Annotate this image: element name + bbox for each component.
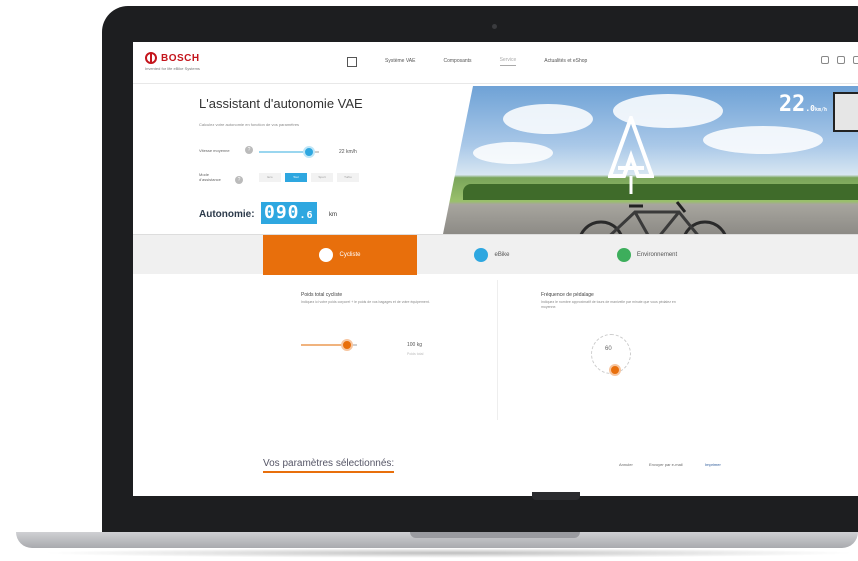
- laptop-stage: BOSCH Invented for life eBike Systems Sy…: [0, 0, 858, 561]
- mode-help-icon[interactable]: ?: [235, 176, 243, 184]
- ebike-icon: [579, 201, 727, 234]
- nav-item-actualites[interactable]: Actualités et eShop: [544, 58, 587, 64]
- reset-link[interactable]: Annuler: [619, 462, 633, 467]
- weight-title: Poids total cycliste: [301, 292, 343, 298]
- nav-item-composants[interactable]: Composants: [443, 58, 471, 64]
- hero-image: 22.0km/h: [443, 86, 858, 234]
- cyclist-icon: [319, 248, 334, 262]
- ebike-tab-icon: [474, 248, 489, 262]
- page-subtitle: Calculez votre autonomie en fonction de …: [199, 122, 300, 127]
- speed-help-icon[interactable]: ?: [245, 146, 253, 154]
- speed-display-unit: km/h: [814, 107, 827, 113]
- cadence-title: Fréquence de pédalage: [541, 292, 594, 298]
- laptop-bezel: [102, 500, 858, 532]
- autonomy-unit: km: [329, 212, 337, 218]
- header-icons: [821, 56, 858, 64]
- bosch-armature-icon: [145, 52, 157, 64]
- page-title: L'assistant d'autonomie VAE: [199, 96, 363, 111]
- weight-text: Indiquez ici votre poids corporel + le p…: [301, 300, 430, 304]
- speed-slider-handle[interactable]: [302, 146, 315, 158]
- brand-name: BOSCH: [161, 52, 200, 64]
- weight-value: 100 kg: [407, 342, 423, 348]
- speed-display-decimal: .0: [805, 104, 815, 113]
- mode-option[interactable]: Eco: [259, 173, 281, 182]
- tab-cycliste[interactable]: Cycliste: [263, 235, 417, 275]
- print-link[interactable]: Imprimer: [705, 462, 721, 467]
- mode-selector: Eco Tour Sport Turbo: [259, 173, 359, 182]
- settings-tabbar: Cycliste eBike Environnement: [133, 234, 858, 275]
- speed-label: Vitesse moyenne: [199, 148, 230, 153]
- screen: BOSCH Invented for life eBike Systems Sy…: [133, 42, 858, 496]
- autonomy-value: 090: [264, 202, 300, 223]
- mode-label: Mode d'assistance: [199, 172, 221, 182]
- cloud: [503, 104, 593, 134]
- cadence-value: 60: [605, 346, 612, 352]
- speed-slider-fill: [259, 151, 309, 153]
- nav-item-systeme[interactable]: Système VAE: [385, 58, 415, 64]
- speed-display-value: 22: [778, 92, 806, 117]
- tab-ebike[interactable]: eBike: [417, 235, 567, 275]
- tab-label: Environnement: [636, 252, 678, 258]
- site-header: BOSCH Invented for life eBike Systems Sy…: [133, 42, 858, 84]
- bosch-logo[interactable]: BOSCH: [145, 52, 200, 64]
- brand-tagline: Invented for life eBike Systems: [145, 66, 200, 71]
- selected-params-heading: Vos paramètres sélectionnés:: [263, 458, 395, 473]
- autonomy-display: 090.6: [261, 202, 317, 224]
- speed-display: 22.0km/h: [779, 92, 827, 117]
- autonomy-label: Autonomie:: [199, 209, 255, 220]
- column-divider: [497, 280, 498, 420]
- home-icon[interactable]: [347, 57, 357, 67]
- autonomy-decimal: .6: [299, 210, 314, 221]
- email-link[interactable]: Envoyer par e-mail: [649, 462, 683, 467]
- cloud: [473, 142, 553, 164]
- laptop-notch: [532, 492, 580, 500]
- mode-option[interactable]: Sport: [311, 173, 333, 182]
- tab-label: Cycliste: [339, 252, 361, 258]
- main-nav: Système VAE Composants Service Actualité…: [347, 56, 587, 67]
- webcam: [492, 24, 497, 29]
- user-icon[interactable]: [821, 56, 829, 64]
- bike-display-icon: [833, 92, 858, 132]
- nav-item-service[interactable]: Service: [499, 57, 517, 66]
- leaf-icon: [616, 248, 631, 262]
- tab-label: eBike: [494, 252, 510, 258]
- weight-slider-handle[interactable]: [340, 339, 353, 351]
- mode-option[interactable]: Turbo: [337, 173, 359, 182]
- search-icon[interactable]: [837, 56, 845, 64]
- laptop-shadow: [40, 548, 858, 558]
- mode-option[interactable]: Tour: [285, 173, 307, 182]
- cadence-dial-handle[interactable]: [609, 364, 621, 376]
- ebike-logo-icon: [608, 116, 654, 194]
- cadence-text: Indiquez le nombre approximatif de tours…: [541, 300, 676, 309]
- weight-subvalue: Poids total: [407, 352, 424, 356]
- laptop-thumb-groove: [410, 532, 580, 538]
- share-icon[interactable]: [853, 56, 858, 64]
- speed-value: 22 km/h: [339, 149, 357, 155]
- cloud: [703, 126, 823, 154]
- tab-environnement[interactable]: Environnement: [567, 235, 727, 275]
